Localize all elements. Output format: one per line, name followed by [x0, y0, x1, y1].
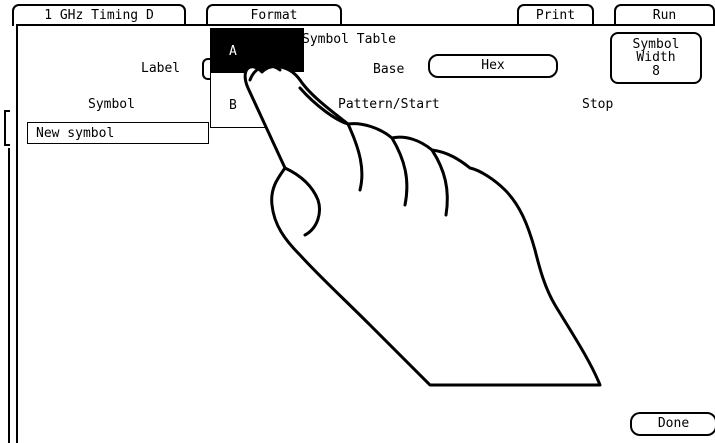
tab-format[interactable]: Format	[206, 4, 342, 26]
button-label: Run	[652, 8, 677, 24]
label-caption: Label	[141, 61, 181, 76]
print-button[interactable]: Print	[517, 4, 594, 26]
column-header-symbol: Symbol	[88, 97, 135, 112]
new-symbol-label: New symbol	[36, 125, 115, 141]
done-button[interactable]: Done	[630, 412, 715, 436]
left-edge-marks	[0, 100, 14, 443]
label-option-text: A	[229, 43, 237, 59]
tab-label: 1 GHz Timing D	[44, 8, 154, 24]
symbol-width-line2: Width	[636, 50, 676, 66]
dialog-title: Symbol Table	[302, 32, 396, 47]
selection-highlight	[264, 28, 304, 72]
button-label: Print	[535, 8, 576, 24]
left-edge-line	[8, 148, 10, 443]
symbol-width-line1: Symbol	[632, 36, 680, 52]
tab-label: Format	[250, 8, 298, 24]
tab-1ghz-timing-d[interactable]: 1 GHz Timing D	[12, 4, 186, 26]
label-option-b[interactable]: B	[211, 83, 265, 127]
base-hex-button[interactable]: Hex	[428, 54, 558, 78]
column-header-stop: Stop	[582, 97, 614, 112]
new-symbol-field[interactable]: New symbol	[27, 122, 209, 144]
done-label: Done	[657, 416, 690, 432]
run-button[interactable]: Run	[614, 4, 715, 26]
base-caption: Base	[373, 62, 405, 77]
label-option-a[interactable]: A	[211, 29, 265, 73]
label-popup-menu: A B	[210, 28, 266, 128]
column-header-pattern-start: Pattern/Start	[338, 97, 440, 112]
symbol-table-dialog: Symbol Table Label Base Hex Symbol Width…	[16, 24, 715, 443]
symbol-width-button[interactable]: Symbol Width 8	[610, 32, 702, 84]
symbol-width-value: 8	[652, 63, 660, 79]
label-option-text: B	[229, 97, 237, 113]
base-value: Hex	[481, 58, 505, 74]
left-edge-bracket	[4, 110, 10, 146]
